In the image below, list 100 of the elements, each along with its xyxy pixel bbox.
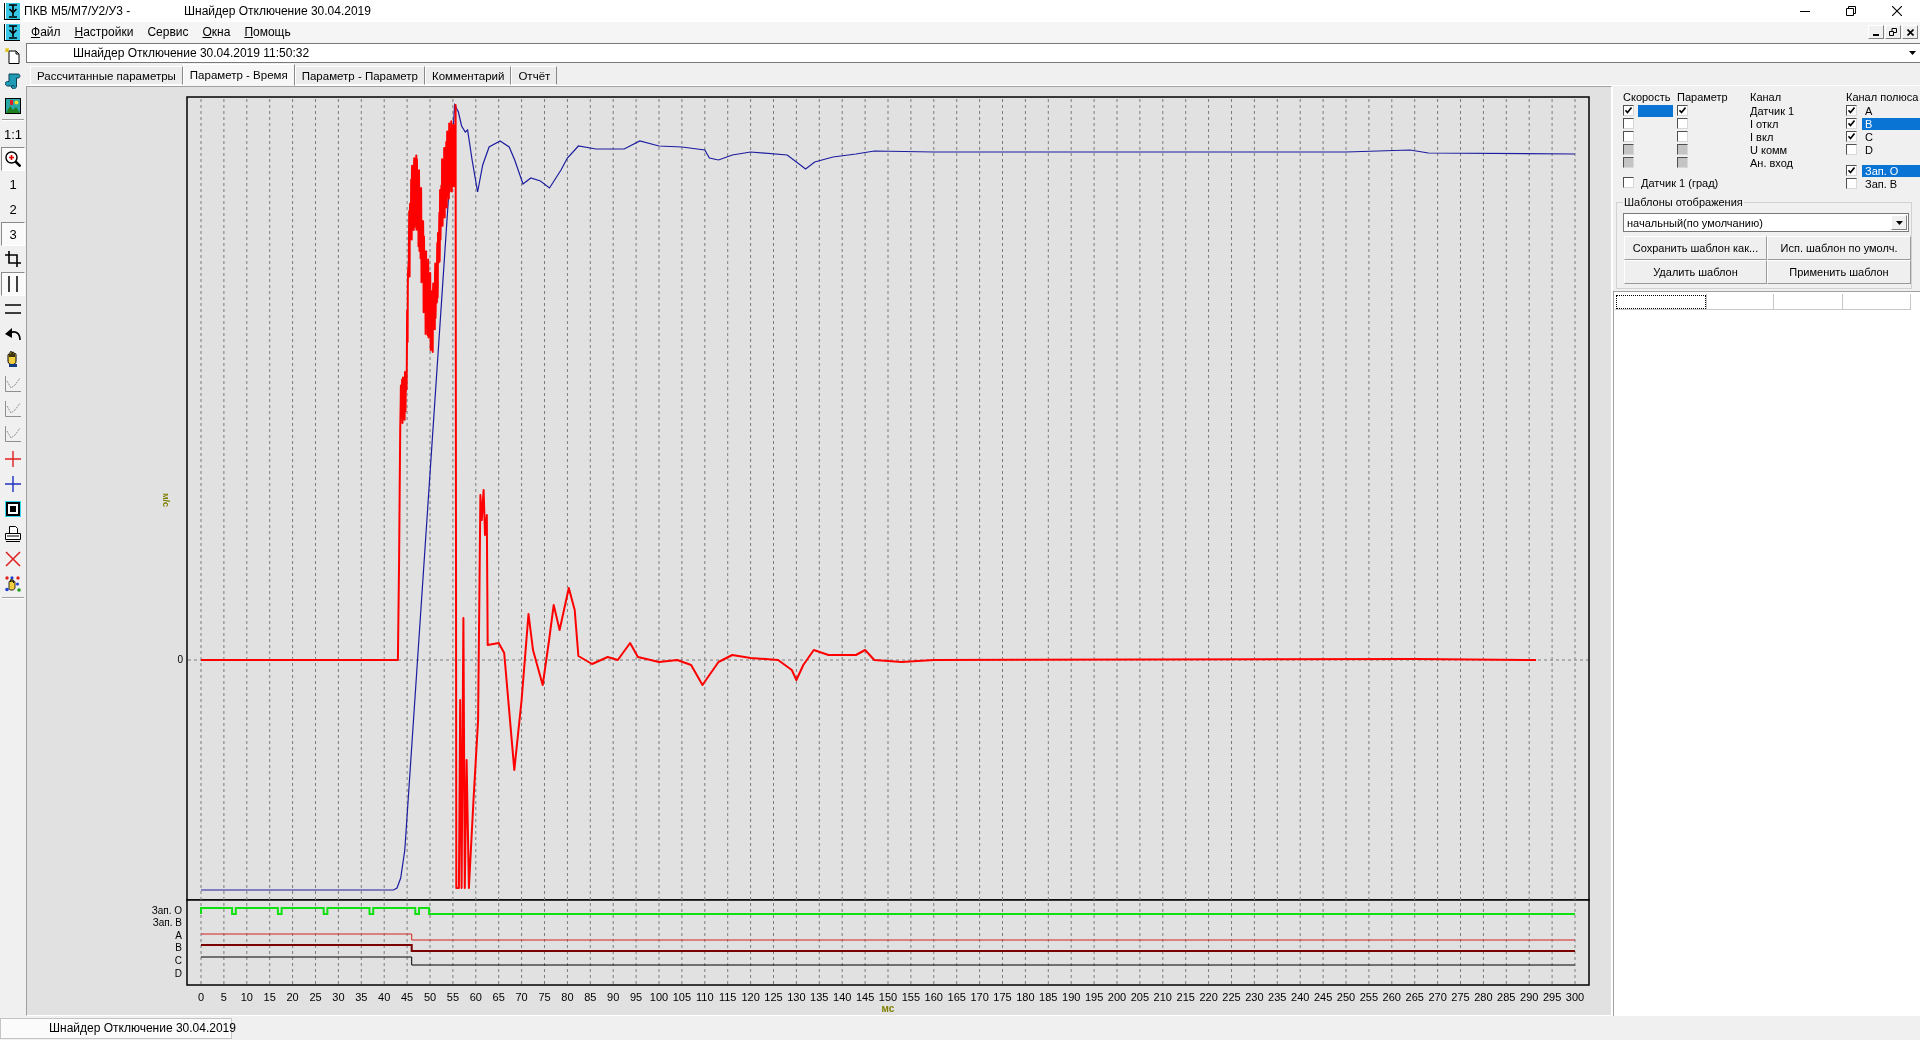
restore-icon [1846,6,1856,16]
template-dropdown[interactable]: начальный(по умолчанию) [1623,213,1909,232]
x-tick-label: 100 [649,990,669,1003]
template-button[interactable]: Сохранить шаблон как... [1624,236,1767,260]
x-tick-label: 250 [1336,990,1356,1003]
toolbar-button[interactable]: 1 [1,172,25,196]
checkbox[interactable] [1846,131,1857,142]
channel-name: U комм [1750,143,1789,156]
list-item[interactable]: Зап. В [1862,177,1920,190]
toolbar-button[interactable]: 3 [1,222,25,246]
app-icon [6,23,20,40]
list-item[interactable]: A [1862,104,1920,117]
close-icon [1892,6,1902,16]
x-tick-label: 150 [878,990,898,1003]
x-tick-label: 60 [469,990,482,1003]
toolbar-button[interactable]: 1:1 [1,122,25,146]
new-document-icon [5,48,21,64]
toolbar-button[interactable]: 2 [1,197,25,221]
check-icon [1848,167,1855,174]
minimize-button[interactable] [1868,25,1884,39]
checkbox[interactable] [1623,177,1634,188]
tab[interactable]: Параметр - Время [182,64,295,86]
x-tick-label: 175 [993,990,1012,1003]
caret-icon [1895,220,1903,225]
template-button[interactable]: Удалить шаблон [1624,260,1767,284]
minimize-icon [1873,34,1879,36]
menu-item[interactable]: Помощь [237,22,298,42]
checkbox[interactable] [1623,105,1634,116]
x-tick-label: 80 [561,990,574,1003]
tab[interactable]: Параметр - Параметр [294,66,425,85]
checkbox[interactable] [1677,118,1688,129]
x-tick-label: 165 [947,990,966,1003]
toolbar-button[interactable] [1,147,25,171]
swatch-icon[interactable] [1638,104,1673,117]
x-tick-label: 185 [1039,990,1058,1003]
x-tick-label: 140 [833,990,852,1003]
column-header: Канал полюса [1846,90,1919,104]
plus-icon [5,476,21,492]
x-tick-label: 65 [492,990,505,1003]
minimize-icon [1800,10,1810,12]
palette-icon [5,576,21,592]
x-tick-label: 155 [901,990,921,1003]
x-tick-label: 230 [1245,990,1264,1003]
tab[interactable]: Рассчитанные параметры [30,66,183,85]
x-tick-label: 210 [1153,990,1172,1003]
list-item[interactable]: Зап. О [1862,164,1920,177]
x-tick-label: 205 [1130,990,1150,1003]
x-tick-label: 170 [970,990,989,1003]
menu-item[interactable]: Сервис [140,22,196,42]
checkbox[interactable] [1846,118,1857,129]
check-icon [1625,107,1632,114]
x-tick-label: 50 [423,990,437,1003]
list-item[interactable]: B [1862,117,1920,130]
checkbox[interactable] [1677,131,1688,142]
template-button[interactable]: Применить шаблон [1767,260,1911,284]
y-tick-label: 0 [177,653,183,665]
checkbox[interactable] [1846,178,1857,189]
tab[interactable]: Комментарий [425,66,512,85]
list-item[interactable]: D [1862,143,1920,156]
list-item[interactable]: C [1862,130,1920,143]
checkbox[interactable] [1846,165,1857,176]
x-tick-label: 270 [1428,990,1447,1003]
x-tick-label: 265 [1405,990,1424,1003]
logic-channel-label: C [174,955,182,967]
x-tick-label: 115 [718,990,737,1003]
x-tick-label: 90 [607,990,620,1003]
app-icon [6,2,20,19]
channel-name: Ан. вход [1750,156,1795,169]
logic-channel-label: Зап. О [151,904,182,916]
menu-item[interactable]: Настройки [67,22,141,42]
channel-name: I откл [1750,117,1780,130]
x-tick-label: 70 [515,990,528,1003]
menu-item[interactable]: Окна [195,22,238,42]
image-icon [5,98,21,114]
x-axis-label: мс [881,1002,895,1014]
toolbar-button[interactable] [1,272,25,296]
x-tick-label: 215 [1176,990,1195,1003]
checkbox[interactable] [1677,105,1688,116]
checkbox[interactable] [1623,131,1634,142]
restore-button[interactable] [1885,25,1901,39]
tab[interactable]: Отчёт [511,66,558,85]
template-button[interactable]: Исп. шаблон по умолч. [1767,236,1911,260]
checkbox[interactable] [1623,118,1634,129]
menu-item[interactable]: Файл [24,22,68,42]
record-selector[interactable]: Шнайдер Отключение 30.04.2019 11:50:32 [26,43,1920,63]
column-header: Параметр [1677,90,1729,104]
x-tick-label: 110 [696,990,714,1003]
close-button[interactable] [1902,25,1918,39]
x-tick-label: 25 [309,990,322,1003]
checkbox[interactable] [1846,144,1857,155]
logic-channel-label: A [175,929,182,941]
x-tick-label: 255 [1359,990,1379,1003]
x-tick-label: 55 [446,990,459,1003]
table-header-cell [1707,294,1774,310]
x-tick-label: 225 [1222,990,1241,1003]
dropdown-button[interactable] [1891,215,1907,230]
checkbox[interactable] [1846,105,1857,116]
channel-name: Датчик 1 [1750,104,1796,117]
x-tick-label: 85 [584,990,597,1003]
frame-icon [5,501,21,517]
